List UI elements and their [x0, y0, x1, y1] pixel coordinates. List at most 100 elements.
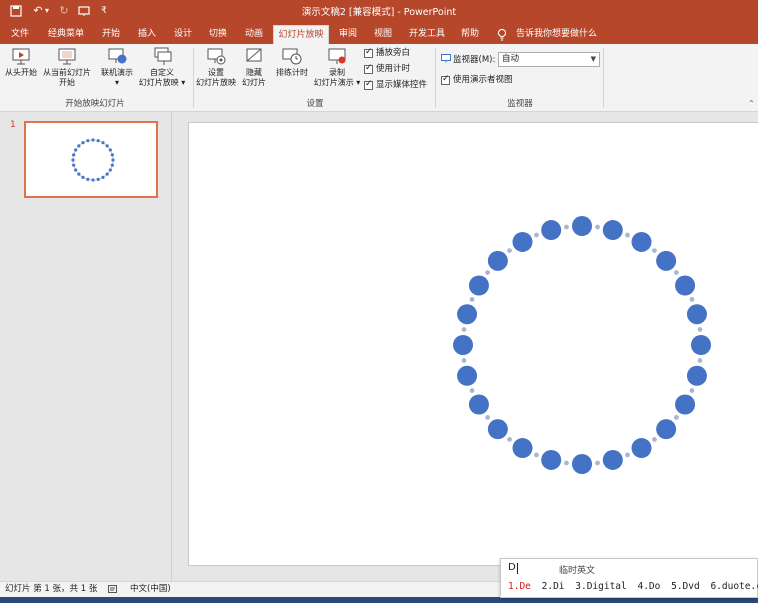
tab-developer[interactable]: 开发工具: [405, 25, 449, 44]
tab-review[interactable]: 审阅: [333, 25, 363, 44]
from-current-slide-button[interactable]: 从当前幻灯片 开始: [40, 47, 94, 88]
from-current-label-2: 开始: [59, 78, 75, 87]
large-dot: [686, 365, 707, 386]
large-dot: [101, 141, 105, 145]
tab-view[interactable]: 视图: [368, 25, 398, 44]
tab-file[interactable]: 文件: [4, 25, 36, 44]
large-dot: [656, 419, 677, 440]
ime-candidate[interactable]: 3.Digital: [575, 581, 626, 592]
small-dot: [689, 297, 695, 302]
ime-candidate[interactable]: 6.duote.com: [710, 581, 758, 592]
present-online-dropdown: ▾: [114, 78, 119, 87]
monitors-group-label: 监视器: [507, 99, 533, 109]
monitor-select[interactable]: 自动 ▼: [498, 52, 600, 67]
ribbon-separator: [435, 48, 436, 108]
large-dot: [110, 153, 114, 157]
tab-animations[interactable]: 动画: [239, 25, 269, 44]
large-dot: [512, 438, 533, 459]
hide-label-1: 隐藏: [246, 68, 262, 77]
present-online-label: 联机演示: [101, 68, 133, 77]
small-dot: [76, 171, 78, 173]
setup-group-label: 设置: [306, 99, 324, 109]
small-dot: [84, 140, 86, 143]
tab-transitions[interactable]: 切换: [203, 25, 233, 44]
language-status[interactable]: 中文(中国): [130, 582, 171, 597]
tab-design[interactable]: 设计: [168, 25, 198, 44]
collapse-ribbon-icon[interactable]: ⌃: [748, 99, 755, 108]
large-dot: [602, 449, 623, 470]
custom-slide-show-icon: [154, 47, 172, 65]
small-dot: [469, 388, 475, 393]
small-dot: [104, 143, 106, 145]
record-label-2: 幻灯片演示 ▾: [313, 78, 361, 87]
large-dot: [86, 139, 90, 143]
large-dot: [110, 163, 114, 167]
ime-candidate[interactable]: 2.Di: [542, 581, 565, 592]
ime-candidate[interactable]: 1.De: [508, 581, 531, 592]
ime-candidate[interactable]: 5.Dvd: [671, 581, 700, 592]
small-dot: [95, 139, 97, 141]
rehearse-timings-button[interactable]: 排练计时: [272, 47, 312, 78]
small-dot: [564, 224, 569, 230]
small-dot: [461, 358, 467, 363]
large-dot: [631, 438, 652, 459]
large-dot: [453, 335, 473, 355]
title-bar: ↶ ▾ ↻ ₹ 演示文稿2 [兼容模式] - PowerPoint: [0, 0, 758, 22]
tab-insert[interactable]: 插入: [132, 25, 162, 44]
tab-help[interactable]: 帮助: [455, 25, 485, 44]
monitor-select-value: 自动: [502, 54, 520, 64]
tab-home[interactable]: 开始: [96, 25, 126, 44]
slide-count-status: 幻灯片 第 1 张，共 1 张: [5, 584, 98, 594]
small-dot: [595, 224, 600, 230]
use-timings-checkbox[interactable]: 使用计时: [364, 63, 411, 75]
tab-classic-menu[interactable]: 经典菜单: [42, 25, 90, 44]
presenter-view-checkbox[interactable]: 使用演示者视图: [441, 74, 513, 86]
small-dot: [697, 327, 703, 332]
small-dot: [469, 297, 475, 302]
slide-thumbnail[interactable]: [24, 121, 158, 198]
ribbon-tabs: 文件 经典菜单 开始 插入 设计 切换 动画 幻灯片放映 审阅 视图 开发工具 …: [0, 22, 758, 44]
chevron-down-icon: ▼: [590, 55, 596, 63]
tab-slide-show[interactable]: 幻灯片放映: [273, 25, 329, 44]
large-dot: [686, 304, 707, 325]
present-online-button[interactable]: 联机演示 ▾: [97, 47, 137, 88]
large-dot: [468, 275, 489, 296]
thumbnail-dotted-circle: [71, 138, 115, 182]
custom-slide-show-button[interactable]: 自定义 幻灯片放映 ▾: [135, 47, 189, 88]
custom-show-label-1: 自定义: [150, 68, 174, 77]
small-dot: [84, 177, 86, 180]
large-dot: [572, 454, 592, 474]
slide-canvas[interactable]: [188, 122, 758, 566]
small-dot: [72, 162, 74, 164]
large-dot: [108, 168, 112, 172]
ime-candidate[interactable]: 4.Do: [637, 581, 660, 592]
setup-slide-show-button[interactable]: 设置 幻灯片放映: [194, 47, 238, 88]
show-media-controls-checkbox[interactable]: 显示媒体控件: [364, 79, 427, 91]
small-dot: [697, 358, 703, 363]
small-dot: [461, 327, 467, 332]
small-dot: [485, 270, 490, 275]
play-narrations-label: 播放旁白: [376, 48, 411, 58]
large-dot: [77, 144, 81, 148]
checkbox-checked-icon: [441, 74, 450, 85]
use-timings-label: 使用计时: [376, 64, 411, 74]
record-label-1: 录制: [329, 68, 345, 77]
tell-me-search[interactable]: 告诉我你想要做什么: [516, 25, 597, 44]
play-narrations-checkbox[interactable]: 播放旁白: [364, 47, 411, 59]
record-slide-show-button[interactable]: 录制 幻灯片演示 ▾: [310, 47, 364, 88]
large-dot: [72, 163, 76, 167]
small-dot: [72, 156, 74, 158]
checkbox-checked-icon: [364, 79, 373, 90]
small-dot: [80, 175, 82, 177]
large-dot: [74, 148, 78, 152]
lightbulb-icon[interactable]: [497, 28, 507, 44]
hide-slide-button[interactable]: 隐藏 幻灯片: [238, 47, 270, 88]
small-dot: [73, 151, 76, 153]
large-dot: [602, 220, 623, 241]
from-current-slide-icon: [58, 48, 76, 65]
dotted-circle-shape[interactable]: [189, 123, 758, 567]
small-dot: [652, 437, 657, 442]
from-beginning-button[interactable]: 从头开始: [2, 47, 40, 78]
from-beginning-icon: [12, 48, 30, 65]
checkbox-checked-icon: [364, 63, 373, 74]
